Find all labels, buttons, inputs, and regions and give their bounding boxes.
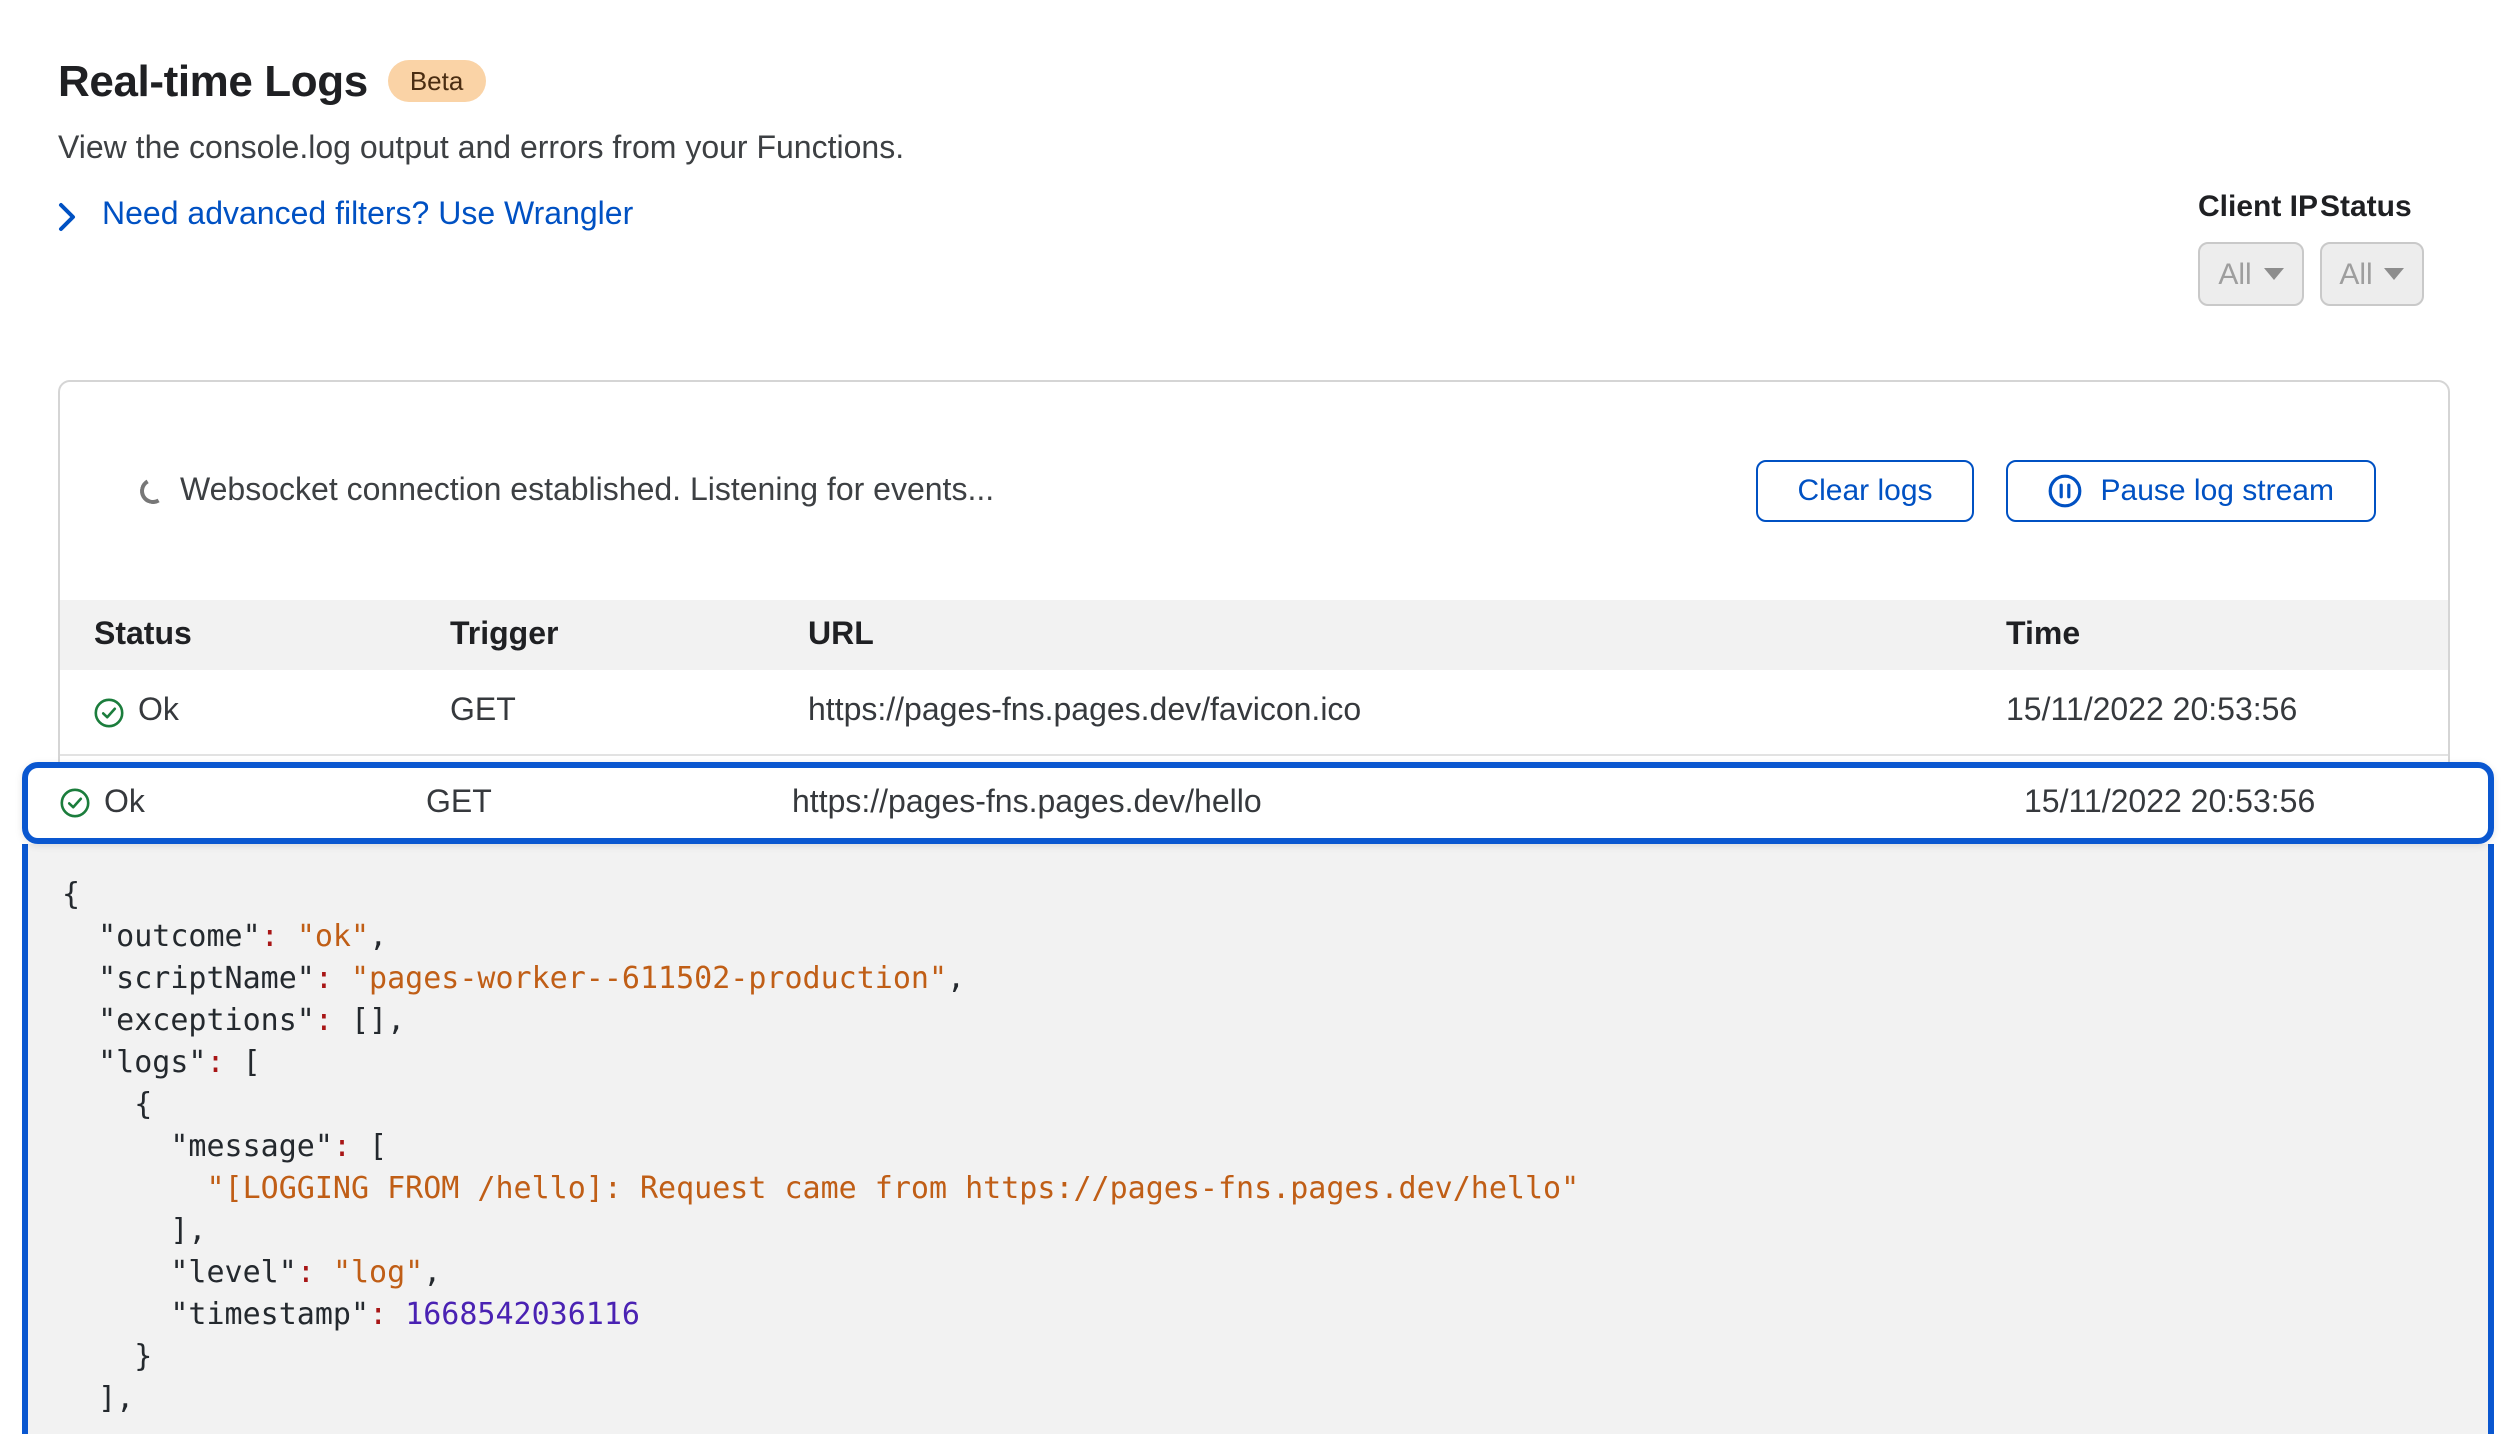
table-row-selected[interactable]: Ok GET https://pages-fns.pages.dev/hello… [22, 762, 2494, 844]
check-circle-icon [60, 788, 90, 818]
row-status: Ok [104, 785, 145, 821]
websocket-status-bar: Websocket connection established. Listen… [60, 382, 2448, 600]
chevron-right-icon [58, 201, 76, 231]
pause-icon [2049, 474, 2083, 508]
pause-log-stream-button[interactable]: Pause log stream [2007, 460, 2376, 522]
row-url: https://pages-fns.pages.dev/favicon.ico [808, 694, 2006, 730]
row-trigger: GET [450, 694, 808, 730]
beta-badge: Beta [388, 60, 486, 102]
column-header-time: Time [2006, 617, 2448, 653]
status-filter: Status All [2320, 190, 2424, 306]
table-row[interactable]: Ok GET https://pages-fns.pages.dev/favic… [60, 670, 2448, 756]
wrangler-link[interactable]: Need advanced filters? Use Wrangler [102, 198, 633, 234]
row-time: 15/11/2022 20:53:56 [2024, 785, 2488, 821]
row-status: Ok [138, 694, 179, 730]
realtime-logs-page: Real-time Logs Beta View the console.log… [0, 0, 2508, 1434]
row-trigger: GET [426, 785, 792, 821]
page-subtitle: View the console.log output and errors f… [58, 132, 904, 168]
status-filter-label: Status [2320, 190, 2424, 224]
status-filter-select[interactable]: All [2320, 242, 2424, 306]
column-header-url: URL [808, 617, 2006, 653]
row-url: https://pages-fns.pages.dev/hello [792, 785, 2024, 821]
clear-logs-button[interactable]: Clear logs [1755, 460, 1974, 522]
client-ip-filter-value: All [2218, 257, 2251, 291]
row-time: 15/11/2022 20:53:56 [2006, 694, 2448, 730]
log-json-output: { "outcome": "ok", "scriptName": "pages-… [22, 844, 2494, 1434]
loading-spinner-icon [137, 475, 169, 507]
column-header-trigger: Trigger [450, 617, 808, 653]
caret-down-icon [2385, 268, 2405, 280]
expanded-log-entry: Ok GET https://pages-fns.pages.dev/hello… [22, 762, 2494, 1434]
pause-log-stream-label: Pause log stream [2101, 474, 2334, 508]
page-title: Real-time Logs [58, 55, 368, 107]
caret-down-icon [2264, 268, 2284, 280]
check-circle-icon [94, 697, 124, 727]
table-header-row: Status Trigger URL Time [60, 600, 2448, 670]
websocket-status-text: Websocket connection established. Listen… [180, 473, 994, 509]
client-ip-filter-select[interactable]: All [2198, 242, 2304, 306]
client-ip-filter: Client IP All [2198, 190, 2318, 306]
status-filter-value: All [2339, 257, 2372, 291]
clear-logs-label: Clear logs [1797, 474, 1932, 508]
page-header: Real-time Logs Beta View the console.log… [58, 54, 904, 234]
wrangler-link-row[interactable]: Need advanced filters? Use Wrangler [58, 198, 904, 234]
client-ip-filter-label: Client IP [2198, 190, 2318, 224]
column-header-status: Status [94, 617, 450, 653]
